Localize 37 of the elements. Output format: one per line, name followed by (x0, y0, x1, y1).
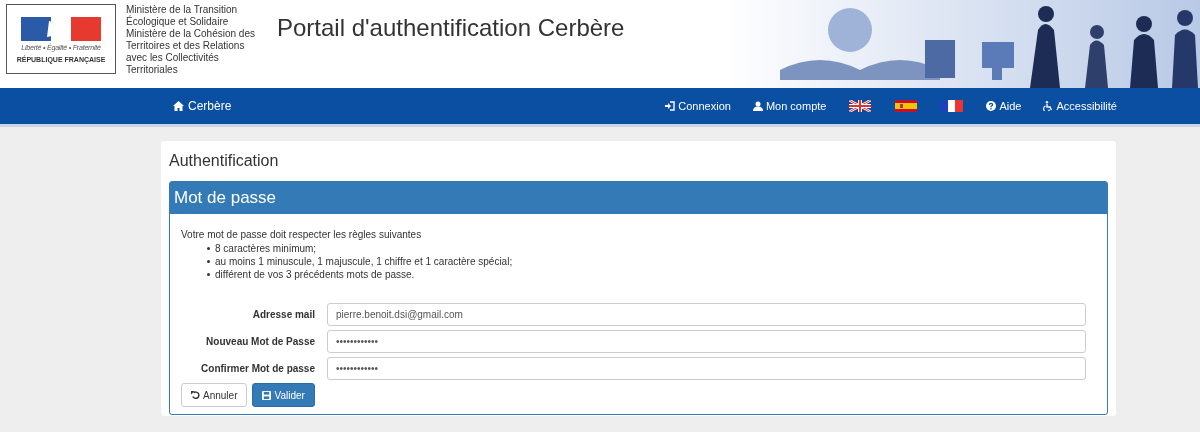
undo-icon (191, 390, 200, 400)
field-label: Confirmer Mot de passe (200, 362, 316, 376)
user-icon (752, 101, 763, 111)
rules-intro: Votre mot de passe doit respecter les règles suivantes (181, 228, 423, 242)
help-icon (986, 101, 997, 111)
ministry-name-line: Territoriales (126, 64, 179, 76)
flag-icon[interactable] (895, 100, 918, 112)
flag-icon[interactable] (941, 100, 964, 112)
nav-link[interactable]: Connexion (665, 97, 731, 115)
ministry-name-line: Ministère de la Cohésion des (126, 28, 255, 40)
wheelchair-icon (1043, 101, 1054, 111)
rule-item: différent de vos 3 précédents mots de passe. (207, 268, 1096, 281)
input-field[interactable]: •••••••••••• (327, 357, 1086, 380)
submit-button[interactable]: Valider (252, 383, 315, 407)
home-icon (173, 101, 184, 111)
nav-link[interactable]: Aide (986, 97, 1022, 115)
ministry-name-line: Écologique et Solidaire (126, 16, 230, 28)
save-icon (262, 390, 272, 400)
rule-item: au moins 1 minuscule, 1 majuscule, 1 chiffre et 1 caractère spécial; (207, 255, 1096, 268)
ministry-name-line: avec les Collectivités (126, 52, 220, 64)
nav-link[interactable]: Mon compte (752, 97, 827, 115)
brand-link[interactable]: Cerbère (173, 97, 232, 115)
field-label: Nouveau Mot de Passe (205, 335, 316, 349)
rule-item: 8 caractères minimum; (207, 242, 1096, 255)
site-title: Portail d'authentification Cerbère (276, 13, 625, 43)
input-field[interactable]: •••••••••••• (327, 330, 1086, 353)
ministry-name-line: Territoires et des Relations (126, 40, 246, 52)
ministry-name-line: Ministère de la Transition (126, 4, 239, 15)
field-label: Adresse mail (251, 308, 316, 322)
nav-link[interactable]: Accessibilité (1043, 97, 1117, 115)
panel-title: Mot de passe (170, 182, 1107, 214)
flag-emblem-icon (21, 17, 101, 41)
page-title: Authentification (169, 151, 280, 171)
input-field[interactable]: pierre.benoit.dsi@gmail.com (327, 303, 1086, 326)
cancel-button[interactable]: Annuler (181, 383, 248, 407)
login-icon (665, 101, 676, 111)
flag-icon[interactable] (849, 100, 872, 112)
